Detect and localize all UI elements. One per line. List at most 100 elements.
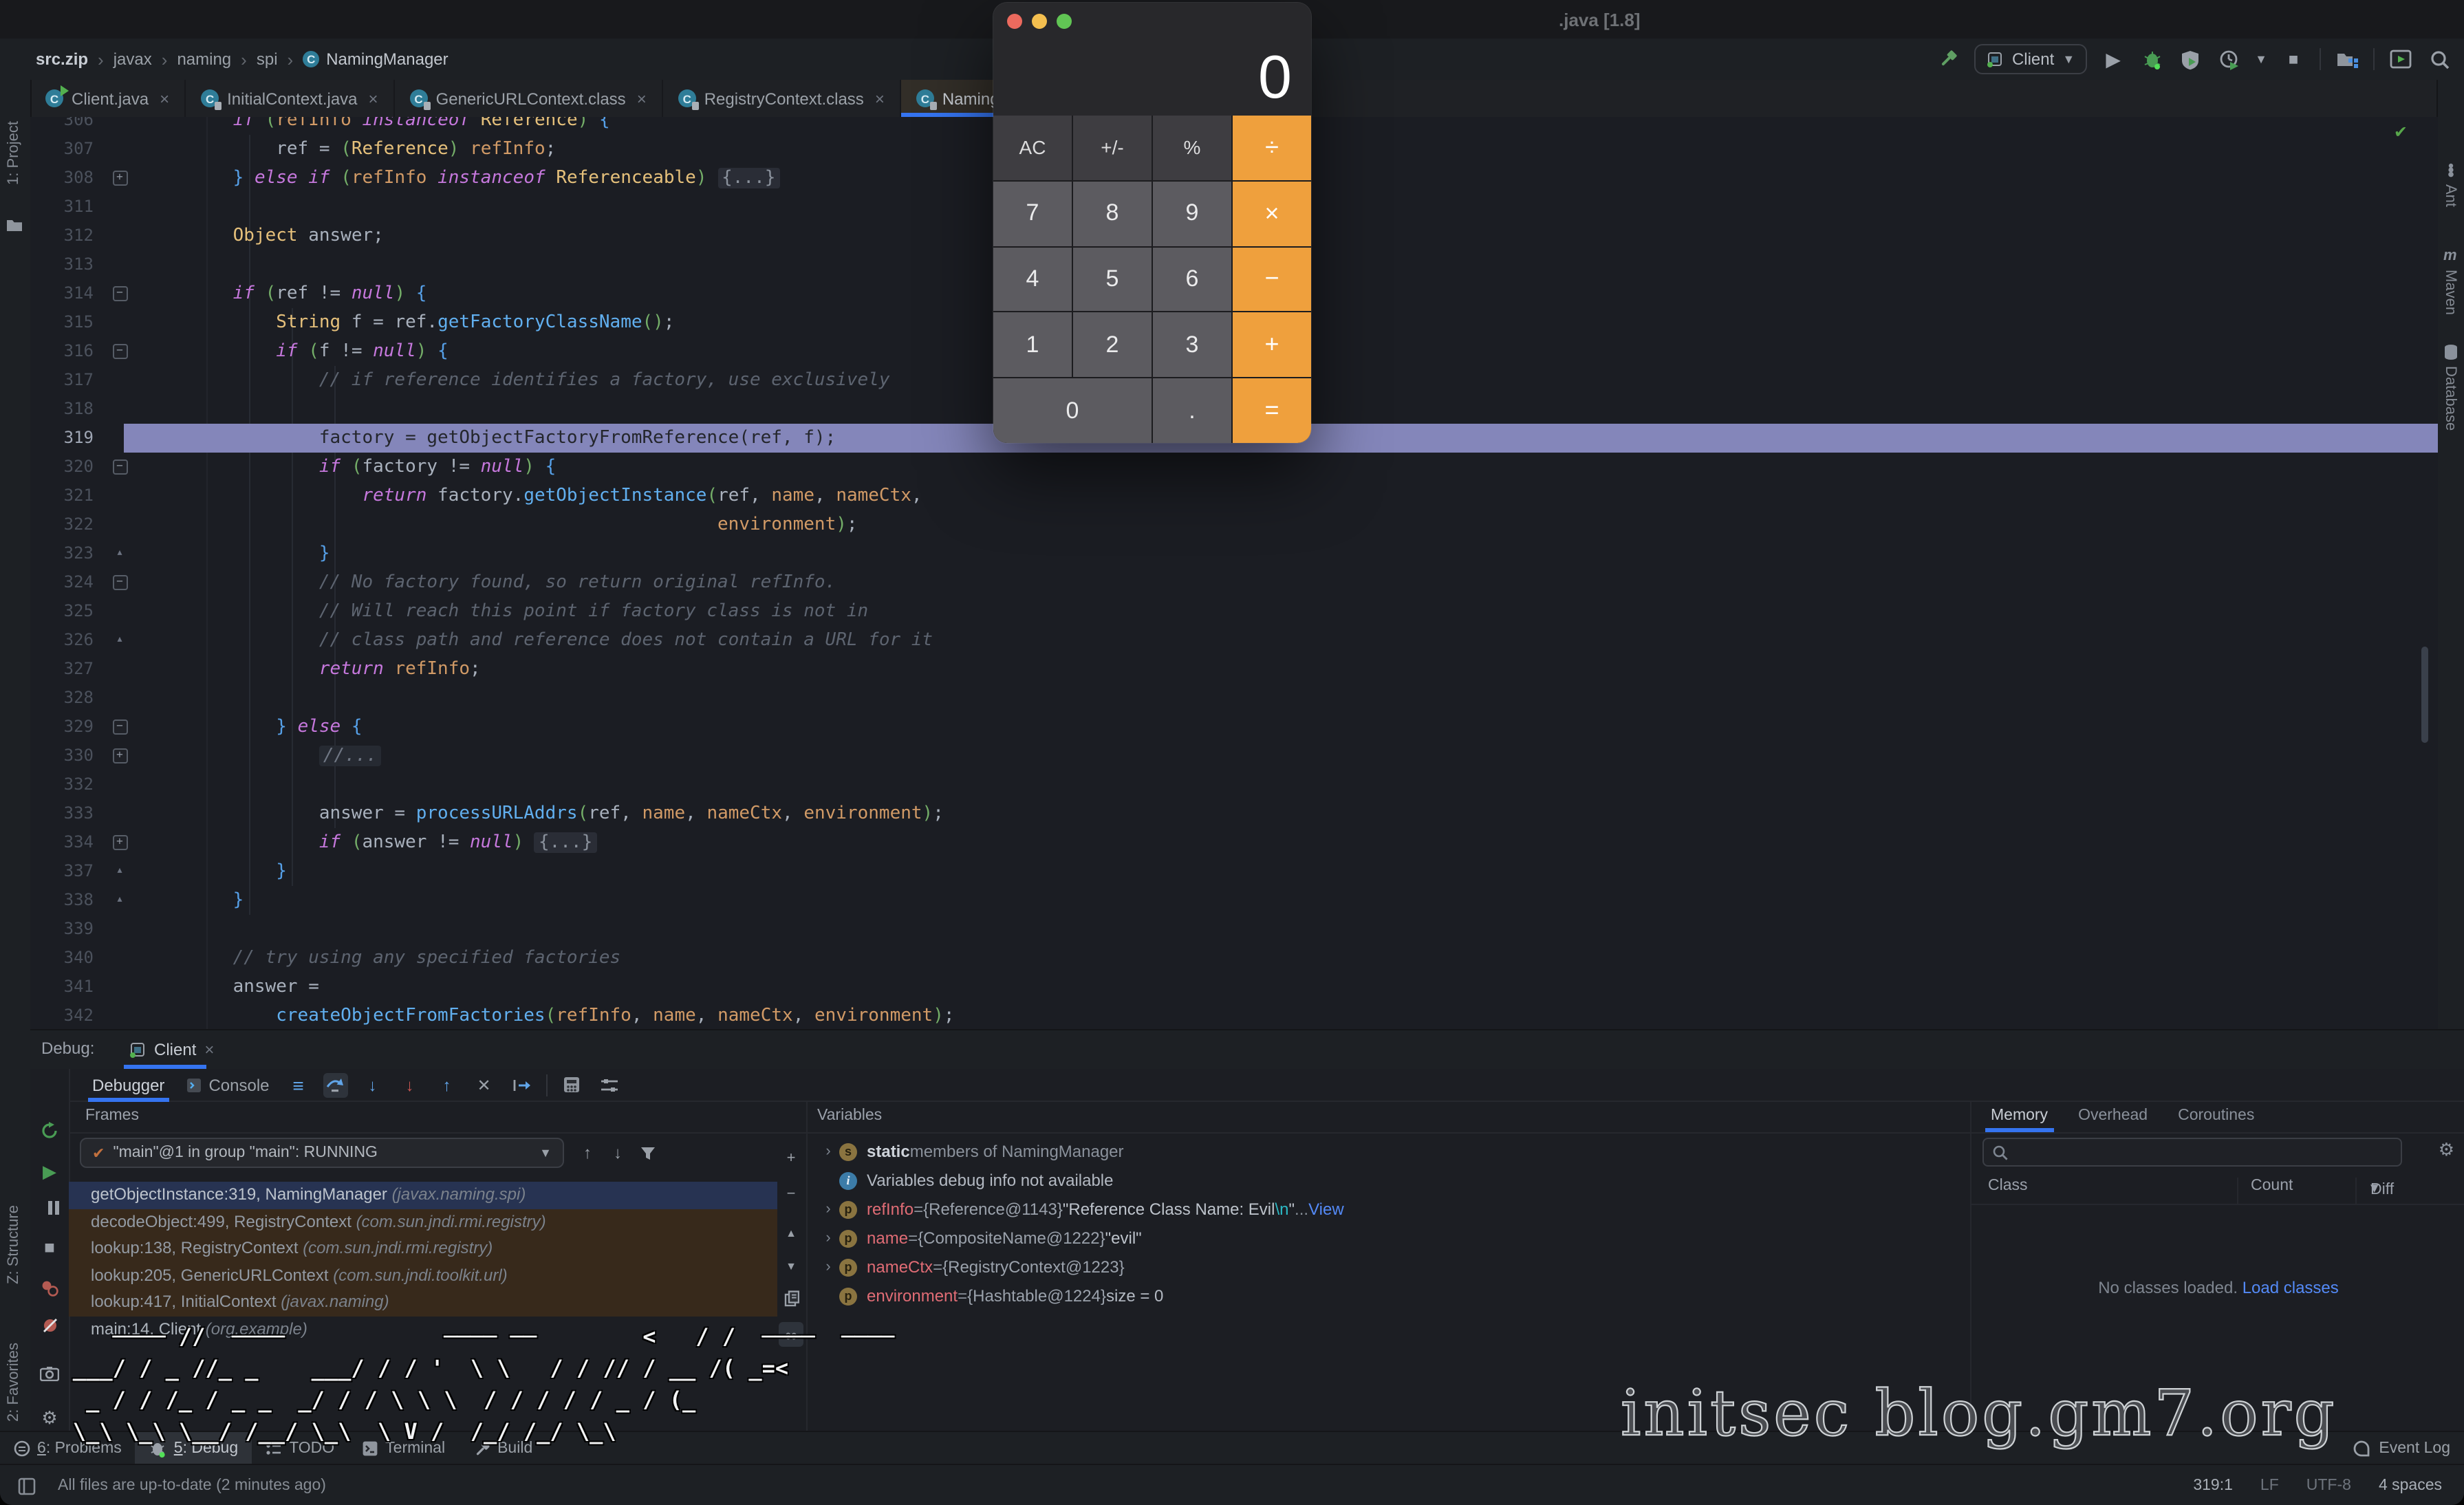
variable-row[interactable]: ›prefInfo = {Reference@1143} "Reference … — [806, 1195, 1970, 1224]
run-toolwindow-icon[interactable] — [2388, 47, 2413, 72]
memory-search-input[interactable] — [1982, 1138, 2402, 1167]
code-line-340[interactable]: 340 // try using any specified factories — [30, 944, 2438, 973]
fold-toggle-icon[interactable]: − — [112, 719, 127, 735]
close-traffic-light[interactable] — [1007, 14, 1022, 29]
gutter-line-308[interactable]: 308 — [30, 164, 105, 193]
calc-key-2[interactable]: 2 — [1073, 313, 1152, 378]
status-line-ending[interactable]: LF — [2260, 1477, 2279, 1494]
code-line-329[interactable]: 329− } else { — [30, 713, 2438, 741]
gutter-line-338[interactable]: 338 — [30, 886, 105, 915]
tab-console[interactable]: Console — [181, 1068, 273, 1101]
close-icon[interactable]: × — [875, 89, 885, 108]
gutter-line-316[interactable]: 316 — [30, 337, 105, 366]
stack-frame[interactable]: decodeObject:499, RegistryContext (com.s… — [69, 1209, 777, 1235]
gutter-line-325[interactable]: 325 — [30, 597, 105, 626]
expand-chevron-icon[interactable]: › — [817, 1138, 839, 1167]
fold-marker[interactable]: − — [105, 453, 135, 481]
add-watch-button[interactable]: + — [779, 1146, 803, 1171]
fold-marker[interactable] — [105, 1001, 135, 1029]
gutter-line-306[interactable]: 306 — [30, 117, 105, 135]
fold-marker[interactable] — [105, 366, 135, 395]
tab-debugger[interactable]: Debugger — [88, 1068, 169, 1101]
close-icon[interactable]: × — [637, 89, 647, 108]
scroll-up-icon[interactable]: ▲ — [779, 1220, 803, 1245]
calc-key-5[interactable]: 5 — [1073, 247, 1152, 312]
fold-marker[interactable] — [105, 510, 135, 539]
calc-key-[interactable]: − — [1233, 247, 1311, 312]
gutter-line-330[interactable]: 330 — [30, 741, 105, 770]
status-encoding[interactable]: UTF-8 — [2306, 1477, 2351, 1494]
fold-marker[interactable] — [105, 424, 135, 453]
breadcrumb-item[interactable]: javax — [114, 50, 152, 69]
gutter-line-311[interactable]: 311 — [30, 193, 105, 221]
thread-selector[interactable]: ✔ "main"@1 in group "main": RUNNING ▼ — [80, 1138, 564, 1168]
fold-marker[interactable] — [105, 481, 135, 510]
threads-view-icon[interactable]: ≡ — [286, 1072, 311, 1097]
event-log-button[interactable]: Event Log — [2353, 1432, 2450, 1465]
fold-marker[interactable] — [105, 944, 135, 973]
variable-row[interactable]: ›pname = {CompositeName@1222} "evil" — [806, 1224, 1970, 1253]
code-line-325[interactable]: 325 // Will reach this point if factory … — [30, 597, 2438, 626]
sidebar-item-structure[interactable]: Z: Structure — [6, 1205, 22, 1284]
code-line-321[interactable]: 321 return factory.getObjectInstance(ref… — [30, 481, 2438, 510]
fold-marker[interactable] — [105, 597, 135, 626]
run-to-cursor-button[interactable] — [509, 1072, 534, 1097]
drop-frame-button[interactable]: ✕ — [472, 1072, 497, 1097]
gutter-line-321[interactable]: 321 — [30, 481, 105, 510]
folder-icon[interactable] — [6, 217, 23, 232]
rerun-button[interactable] — [37, 1118, 62, 1143]
tab-client-java[interactable]: CClient.java× — [30, 80, 186, 117]
tab-memory[interactable]: Memory — [1991, 1102, 2048, 1132]
layout-settings-button[interactable] — [597, 1072, 622, 1097]
column-count[interactable]: Count — [2251, 1178, 2293, 1194]
code-line-327[interactable]: 327 return refInfo; — [30, 655, 2438, 684]
status-caret-position[interactable]: 319:1 — [2193, 1477, 2233, 1494]
gutter-line-334[interactable]: 334 — [30, 828, 105, 857]
code-line-333[interactable]: 333 answer = processURLAddrs(ref, name, … — [30, 799, 2438, 828]
scroll-down-icon[interactable]: ▼ — [779, 1253, 803, 1278]
coverage-button[interactable] — [2178, 47, 2203, 72]
database-icon[interactable] — [2443, 344, 2458, 360]
debug-session-tab[interactable]: Client × — [118, 1030, 225, 1069]
gutter-line-314[interactable]: 314 — [30, 279, 105, 308]
calc-key-8[interactable]: 8 — [1073, 182, 1152, 246]
calculator-window[interactable]: 0 AC+/-%÷789×456−123+0.= — [993, 3, 1311, 443]
fold-toggle-icon[interactable]: − — [112, 286, 127, 301]
tab-coroutines[interactable]: Coroutines — [2178, 1102, 2254, 1132]
gutter-line-341[interactable]: 341 — [30, 973, 105, 1001]
gutter-line-320[interactable]: 320 — [30, 453, 105, 481]
fold-toggle-icon[interactable]: + — [112, 835, 127, 850]
remove-watch-button[interactable]: − — [779, 1182, 803, 1206]
gutter-line-333[interactable]: 333 — [30, 799, 105, 828]
calc-key-6[interactable]: 6 — [1153, 247, 1231, 312]
gutter-line-318[interactable]: 318 — [30, 395, 105, 424]
gutter-line-323[interactable]: 323 — [30, 539, 105, 568]
code-line-326[interactable]: 326▴ // class path and reference does no… — [30, 626, 2438, 655]
expand-chevron-icon[interactable]: › — [817, 1253, 839, 1282]
fold-marker[interactable] — [105, 799, 135, 828]
maven-icon[interactable]: m — [2443, 248, 2457, 264]
calc-key-9[interactable]: 9 — [1153, 182, 1231, 246]
breadcrumb-item[interactable]: naming — [177, 50, 231, 69]
tab-registrycontext-class[interactable]: CRegistryContext.class× — [663, 80, 901, 117]
fold-marker[interactable] — [105, 308, 135, 337]
calc-key-[interactable]: % — [1153, 116, 1231, 180]
gutter-line-319[interactable]: 319 — [30, 424, 105, 453]
fold-marker[interactable] — [105, 135, 135, 164]
pause-button[interactable] — [37, 1195, 62, 1220]
fold-marker[interactable]: − — [105, 568, 135, 597]
stack-frame[interactable]: lookup:205, GenericURLContext (com.sun.j… — [69, 1262, 777, 1289]
code-line-322[interactable]: 322 environment); — [30, 510, 2438, 539]
gutter-line-307[interactable]: 307 — [30, 135, 105, 164]
load-classes-link[interactable]: Load classes — [2243, 1278, 2339, 1297]
fold-marker[interactable] — [105, 221, 135, 250]
gutter-line-326[interactable]: 326 — [30, 626, 105, 655]
calc-key-7[interactable]: 7 — [993, 182, 1072, 246]
sidebar-item-project[interactable]: 1: Project — [6, 121, 22, 185]
stop-process-button[interactable]: ■ — [37, 1234, 62, 1259]
step-over-button[interactable] — [323, 1072, 348, 1097]
expand-chevron-icon[interactable]: › — [817, 1224, 839, 1253]
evaluate-expression-button[interactable] — [560, 1072, 585, 1097]
calc-key-[interactable]: ÷ — [1233, 116, 1311, 180]
code-line-334[interactable]: 334+ if (answer != null) {...} — [30, 828, 2438, 857]
